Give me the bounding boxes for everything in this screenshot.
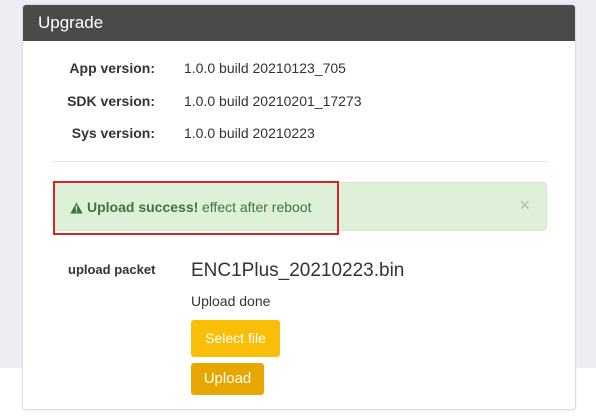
app-version-value: 1.0.0 build 20210123_705: [184, 60, 346, 76]
panel-header: Upgrade: [23, 5, 575, 41]
sdk-version-label: SDK version:: [67, 93, 155, 109]
sys-version-label: Sys version:: [71, 125, 155, 141]
upload-status: Upload done: [191, 293, 271, 309]
sys-version-value: 1.0.0 build 20210223: [184, 125, 315, 141]
panel-title: Upgrade: [38, 13, 104, 32]
upload-packet-label: upload packet: [68, 262, 156, 277]
app-version-row: App version: 1.0.0 build 20210123_705: [23, 60, 575, 80]
upload-button[interactable]: Upload: [191, 363, 264, 395]
select-file-button[interactable]: Select file: [191, 320, 280, 357]
annotation-highlight-box: [53, 181, 339, 235]
divider: [53, 161, 547, 162]
sdk-version-value: 1.0.0 build 20210201_17273: [184, 93, 362, 109]
app-version-label: App version:: [69, 60, 155, 76]
upgrade-panel: Upgrade App version: 1.0.0 build 2021012…: [22, 4, 576, 410]
selected-filename: ENC1Plus_20210223.bin: [191, 260, 405, 281]
close-icon[interactable]: ×: [519, 195, 530, 216]
sys-version-row: Sys version: 1.0.0 build 20210223: [23, 125, 575, 145]
sdk-version-row: SDK version: 1.0.0 build 20210201_17273: [23, 93, 575, 113]
